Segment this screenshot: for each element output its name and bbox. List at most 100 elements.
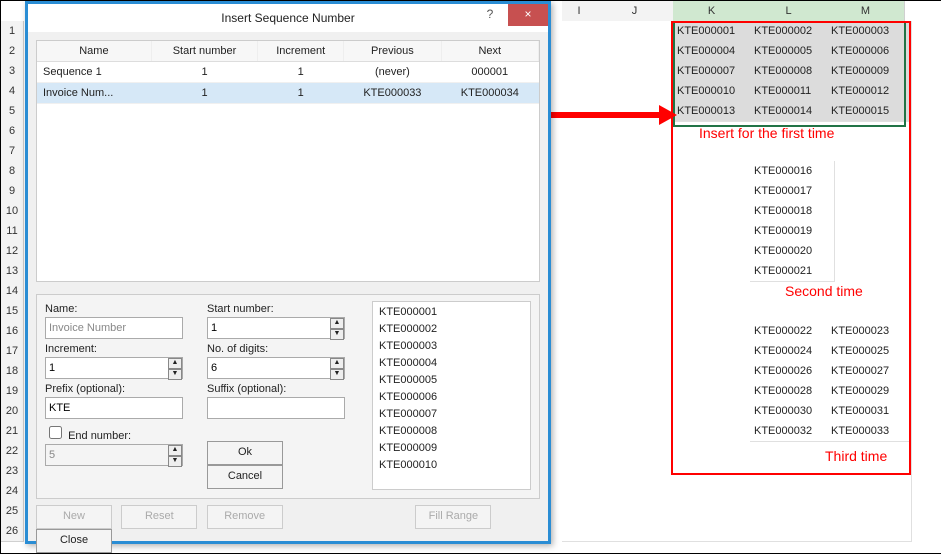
row-header[interactable]: 7: [1, 141, 24, 162]
cell[interactable]: [673, 281, 758, 302]
cell[interactable]: [596, 501, 681, 522]
cell[interactable]: [596, 101, 681, 122]
cell[interactable]: KTE000002: [750, 21, 835, 42]
suffix-input[interactable]: [207, 397, 345, 419]
row-header[interactable]: 3: [1, 61, 24, 82]
cell[interactable]: [596, 21, 681, 42]
row-header[interactable]: 26: [1, 521, 24, 542]
cell[interactable]: KTE000013: [673, 101, 758, 122]
cell[interactable]: KTE000003: [827, 21, 912, 42]
cell[interactable]: KTE000009: [827, 61, 912, 82]
spin-up-icon[interactable]: ▲: [168, 358, 182, 369]
row-header[interactable]: 18: [1, 361, 24, 382]
col-header[interactable]: L: [750, 1, 828, 23]
cell[interactable]: [750, 461, 835, 482]
cell[interactable]: [673, 381, 758, 402]
dialog-help-button[interactable]: ?: [476, 4, 504, 26]
cell[interactable]: [596, 201, 681, 222]
row-header[interactable]: 20: [1, 401, 24, 422]
cell[interactable]: KTE000004: [673, 41, 758, 62]
cell[interactable]: [827, 301, 912, 322]
cell[interactable]: KTE000018: [750, 201, 835, 222]
cell[interactable]: KTE000031: [827, 401, 912, 422]
cell[interactable]: [673, 261, 758, 282]
row-header[interactable]: 19: [1, 381, 24, 402]
cell[interactable]: [673, 141, 758, 162]
cell[interactable]: [596, 241, 681, 262]
row-header[interactable]: 6: [1, 121, 24, 142]
col-header[interactable]: I: [562, 1, 597, 22]
spin-down-icon[interactable]: ▼: [168, 369, 182, 380]
cell[interactable]: KTE000005: [750, 41, 835, 62]
cell[interactable]: KTE000012: [827, 81, 912, 102]
cell[interactable]: [596, 421, 681, 442]
cell[interactable]: [596, 61, 681, 82]
close-button[interactable]: Close: [36, 529, 112, 553]
cell[interactable]: [827, 201, 912, 222]
cell[interactable]: [596, 281, 681, 302]
cell[interactable]: [827, 241, 912, 262]
cell[interactable]: [673, 181, 758, 202]
cell[interactable]: KTE000006: [827, 41, 912, 62]
table-header[interactable]: Increment: [258, 41, 344, 62]
spin-down-icon[interactable]: ▼: [168, 456, 182, 467]
cell[interactable]: [827, 121, 912, 142]
col-header[interactable]: M: [827, 1, 905, 23]
cell[interactable]: [673, 401, 758, 422]
row-header[interactable]: 1: [1, 21, 24, 42]
cell[interactable]: KTE000022: [750, 321, 835, 342]
cell[interactable]: [673, 221, 758, 242]
row-header[interactable]: 9: [1, 181, 24, 202]
cell[interactable]: [596, 261, 681, 282]
row-header[interactable]: 14: [1, 281, 24, 302]
row-header[interactable]: 2: [1, 41, 24, 62]
end-number-checkbox[interactable]: [49, 426, 62, 439]
table-row[interactable]: Invoice Num...11KTE000033KTE000034: [37, 83, 539, 104]
cell[interactable]: KTE000016: [750, 161, 835, 182]
cell[interactable]: KTE000015: [827, 101, 912, 122]
cell[interactable]: [827, 141, 912, 162]
row-header[interactable]: 15: [1, 301, 24, 322]
cell[interactable]: [673, 241, 758, 262]
cell[interactable]: KTE000010: [673, 81, 758, 102]
cell[interactable]: [596, 321, 681, 342]
row-header[interactable]: 21: [1, 421, 24, 442]
cell[interactable]: [673, 421, 758, 442]
dialog-close-button[interactable]: ×: [508, 4, 548, 26]
cell[interactable]: [827, 461, 912, 482]
cell[interactable]: [673, 521, 758, 542]
cell[interactable]: [596, 521, 681, 542]
cell[interactable]: [750, 441, 835, 462]
cell[interactable]: [827, 521, 912, 542]
cancel-button[interactable]: Cancel: [207, 465, 283, 489]
row-header[interactable]: 12: [1, 241, 24, 262]
row-header[interactable]: 10: [1, 201, 24, 222]
cell[interactable]: [596, 221, 681, 242]
cell[interactable]: [673, 441, 758, 462]
cell[interactable]: [596, 441, 681, 462]
remove-button[interactable]: Remove: [207, 505, 283, 529]
cell[interactable]: [596, 381, 681, 402]
row-header[interactable]: 17: [1, 341, 24, 362]
cell[interactable]: KTE000020: [750, 241, 835, 262]
cell[interactable]: [673, 481, 758, 502]
table-row[interactable]: Sequence 111(never)000001: [37, 62, 539, 83]
col-header[interactable]: J: [596, 1, 674, 22]
reset-button[interactable]: Reset: [121, 505, 197, 529]
cell[interactable]: [596, 401, 681, 422]
cell[interactable]: [596, 81, 681, 102]
row-header[interactable]: 11: [1, 221, 24, 242]
row-header[interactable]: 5: [1, 101, 24, 122]
end-number-input[interactable]: [45, 444, 183, 466]
cell[interactable]: [673, 201, 758, 222]
cell[interactable]: [673, 361, 758, 382]
table-header[interactable]: Start number: [151, 41, 257, 62]
cell[interactable]: [673, 161, 758, 182]
cell[interactable]: KTE000017: [750, 181, 835, 202]
cell[interactable]: [827, 261, 912, 282]
cell[interactable]: KTE000001: [673, 21, 758, 42]
new-button[interactable]: New: [36, 505, 112, 529]
increment-input[interactable]: [45, 357, 183, 379]
cell[interactable]: [827, 221, 912, 242]
cell[interactable]: KTE000026: [750, 361, 835, 382]
